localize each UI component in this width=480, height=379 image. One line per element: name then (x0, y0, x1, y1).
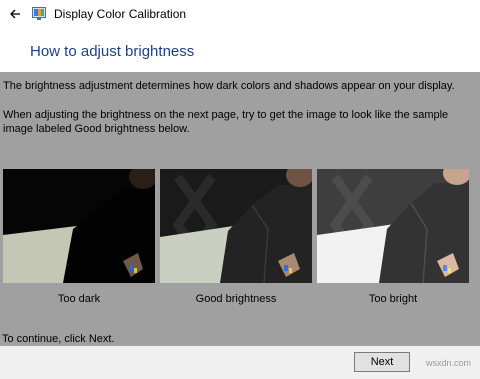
caption-too-dark: Too dark (57, 293, 101, 305)
back-arrow-icon (10, 9, 20, 19)
page-header: How to adjust brightness (0, 28, 480, 72)
sample-image-good-brightness (160, 169, 312, 283)
page-title: How to adjust brightness (30, 43, 195, 60)
continue-hint: To continue, click Next. (2, 333, 115, 345)
caption-too-bright: Too bright (368, 293, 418, 305)
sample-image-too-dark (3, 169, 155, 283)
caption-good-brightness: Good brightness (195, 293, 277, 305)
brightness-description: The brightness adjustment determines how… (3, 80, 455, 92)
back-button[interactable] (4, 3, 26, 25)
brightness-instructions: When adjusting the brightness on the nex… (3, 109, 449, 135)
watermark-text: wsxdn.com (426, 358, 472, 368)
sample-image-too-bright (317, 169, 469, 283)
display-calibration-icon (32, 7, 46, 20)
window-title: Display Color Calibration (54, 7, 187, 21)
next-button[interactable]: Next (354, 352, 410, 372)
title-bar: Display Color Calibration (0, 0, 480, 28)
footer-bar: Next wsxdn.com (0, 346, 480, 379)
